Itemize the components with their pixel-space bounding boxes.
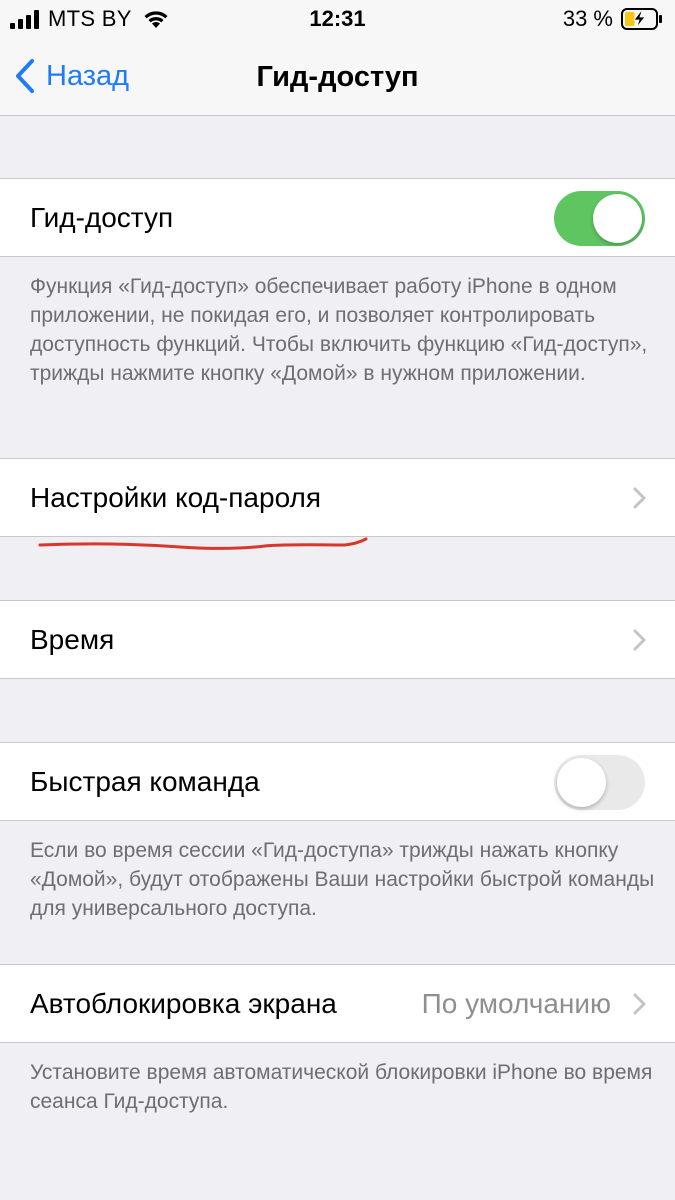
status-bar: MTS BY 12:31 33 % <box>0 0 675 38</box>
red-underline-annotation <box>38 537 368 550</box>
toggle-knob <box>557 758 606 807</box>
guided-access-label: Гид-доступ <box>30 202 174 233</box>
passcode-settings-label: Настройки код-пароля <box>30 482 322 513</box>
passcode-settings-row[interactable]: Настройки код-пароля <box>0 458 675 537</box>
page-title: Гид-доступ <box>256 61 419 93</box>
guided-access-toggle[interactable] <box>554 191 645 246</box>
chevron-right-icon <box>633 487 646 509</box>
auto-lock-value: По умолчанию <box>421 988 611 1019</box>
time-limits-label: Время <box>30 624 115 655</box>
navigation-bar: Назад Гид-доступ <box>0 38 675 116</box>
accessibility-shortcut-row: Быстрая команда <box>0 742 675 821</box>
status-right: 33 % <box>563 6 663 32</box>
guided-access-row: Гид-доступ <box>0 178 675 257</box>
time-limits-row[interactable]: Время <box>0 600 675 679</box>
accessibility-shortcut-toggle[interactable] <box>554 755 645 810</box>
settings-screen: MTS BY 12:31 33 % Назад Гид-доступ Гид-д… <box>0 0 675 1200</box>
auto-lock-row[interactable]: Автоблокировка экрана По умолчанию <box>0 964 675 1043</box>
auto-lock-description: Установите время автоматической блокиров… <box>30 1061 653 1113</box>
guided-access-description: Функция «Гид-доступ» обеспечивает работу… <box>30 275 648 385</box>
auto-lock-label: Автоблокировка экрана <box>30 988 337 1019</box>
battery-percent: 33 % <box>562 6 613 31</box>
toggle-knob <box>593 194 642 243</box>
chevron-right-icon <box>633 629 646 651</box>
accessibility-shortcut-description: Если во время сессии «Гид-доступа» трижд… <box>30 839 655 920</box>
chevron-right-icon <box>633 993 646 1015</box>
battery-charging-icon <box>621 8 662 30</box>
accessibility-shortcut-label: Быстрая команда <box>30 766 260 797</box>
